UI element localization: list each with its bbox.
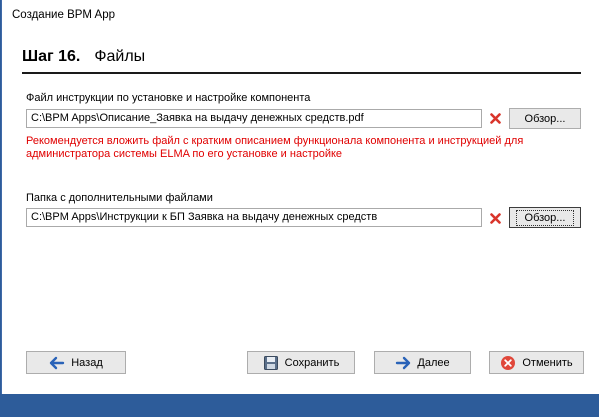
instruction-file-browse-button[interactable]: Обзор... (509, 108, 581, 129)
extra-folder-field[interactable]: C:\BPM Apps\Инструкции к БП Заявка на вы… (26, 208, 482, 227)
step-name: Файлы (94, 48, 146, 65)
title-bar: Создание BPM App (2, 0, 599, 30)
back-button-label: Назад (71, 356, 103, 369)
window-title: Создание BPM App (12, 9, 116, 21)
instruction-file-field[interactable]: C:\BPM Apps\Описание_Заявка на выдачу де… (26, 109, 482, 128)
arrow-right-icon (395, 355, 411, 371)
floppy-disk-icon (263, 355, 279, 371)
save-button[interactable]: Сохранить (247, 351, 355, 374)
instruction-file-label: Файл инструкции по установке и настройке… (26, 92, 311, 104)
clear-instruction-file-icon[interactable] (488, 111, 502, 125)
clear-extra-folder-icon[interactable] (488, 211, 502, 225)
footer-bar (0, 395, 599, 417)
extra-folder-label: Папка с дополнительными файлами (26, 192, 213, 204)
extra-folder-browse-button[interactable]: Обзор... (509, 207, 581, 228)
step-header: Шаг 16. Файлы (22, 48, 145, 66)
cancel-button-label: Отменить (522, 356, 573, 369)
arrow-left-icon (49, 355, 65, 371)
cancel-circle-icon (500, 355, 516, 371)
wizard-window: Создание BPM App Шаг 16. Файлы Файл инстр… (1, 0, 599, 394)
save-button-label: Сохранить (284, 356, 340, 369)
next-button-label: Далее (417, 356, 450, 369)
back-button[interactable]: Назад (26, 351, 126, 374)
browse-button-label: Обзор... (524, 112, 566, 125)
cancel-button[interactable]: Отменить (489, 351, 584, 374)
header-divider (22, 72, 581, 74)
next-button[interactable]: Далее (374, 351, 471, 374)
browse-button-label: Обзор... (515, 209, 575, 226)
instruction-warning-text: Рекомендуется вложить файл с кратким опи… (26, 135, 524, 160)
step-number: Шаг 16. (22, 48, 81, 65)
